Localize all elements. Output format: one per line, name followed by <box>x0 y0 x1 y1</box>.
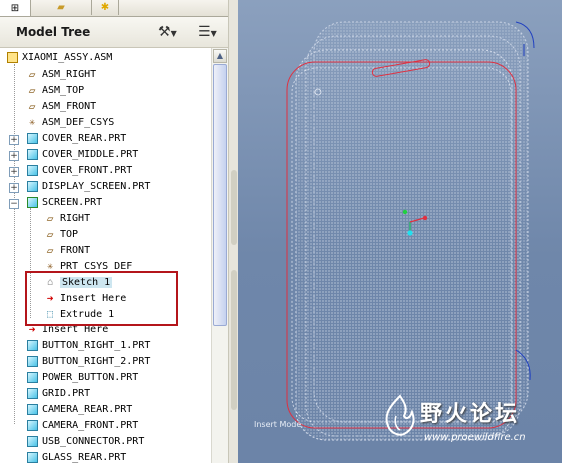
tree-item-asm-right[interactable]: ▱ ASM_RIGHT <box>26 66 97 82</box>
datum-plane-icon: ▱ <box>46 227 54 241</box>
assembly-icon <box>6 51 18 63</box>
flame-logo-icon <box>385 394 415 436</box>
coordinate-system-icon: ✳ <box>28 116 36 128</box>
collapse-toggle[interactable]: − <box>9 199 19 209</box>
chevron-down-icon: ▼ <box>210 29 217 38</box>
hammer-icon: ⚒ <box>158 24 171 40</box>
part-icon <box>26 180 38 192</box>
part-icon <box>26 355 38 367</box>
tree-item-right[interactable]: ▱ RIGHT <box>44 210 90 226</box>
part-icon <box>26 132 38 144</box>
favorites-icon: ✱ <box>100 2 110 13</box>
tree-settings-icon: ☰ <box>198 24 211 40</box>
expand-toggle[interactable]: + <box>9 151 19 161</box>
tree-root[interactable]: XIAOMI_ASSY.ASM <box>6 49 112 65</box>
tree-item-cover-middle[interactable]: COVER_MIDDLE.PRT <box>26 146 138 162</box>
tree-item-camera-front[interactable]: CAMERA_FRONT.PRT <box>26 417 138 433</box>
tree-settings-button[interactable]: ☰▼ <box>198 23 217 41</box>
scroll-thumb[interactable] <box>213 64 227 326</box>
tree-item-camera-rear[interactable]: CAMERA_REAR.PRT <box>26 401 132 417</box>
folder-icon: ▰ <box>57 2 65 13</box>
tree-item-display-screen[interactable]: DISPLAY_SCREEN.PRT <box>26 178 150 194</box>
part-icon <box>26 371 38 383</box>
model-tree-title: Model Tree <box>16 25 91 39</box>
datum-plane-icon: ▱ <box>28 67 36 81</box>
forum-watermark: 野火论坛 www.proewildfire.cn <box>378 390 562 463</box>
expand-toggle[interactable]: + <box>9 183 19 193</box>
watermark-url: www.proewildfire.cn <box>424 432 526 443</box>
tree-item-power-button[interactable]: POWER_BUTTON.PRT <box>26 369 138 385</box>
favorites-tab[interactable]: ✱ <box>92 0 119 15</box>
model-tree-tab[interactable]: ⊞ <box>0 0 31 16</box>
tree-item-button-right-1[interactable]: BUTTON_RIGHT_1.PRT <box>26 337 150 353</box>
datum-plane-icon: ▱ <box>28 99 36 113</box>
tree-root-label: XIAOMI_ASSY.ASM <box>22 51 113 63</box>
part-icon <box>26 451 38 463</box>
insert-mode-indicator: Insert Mode <box>254 420 302 429</box>
tree-item-button-right-2[interactable]: BUTTON_RIGHT_2.PRT <box>26 353 150 369</box>
part-icon <box>26 419 38 431</box>
tree-item-cover-front[interactable]: COVER_FRONT.PRT <box>26 162 132 178</box>
tree-scrollbar[interactable]: ▲ <box>211 48 228 463</box>
part-icon <box>26 148 38 160</box>
splitter-grip <box>231 270 237 410</box>
model-tree-header: Model Tree ⚒▼ ☰▼ <box>0 17 238 48</box>
graphics-viewport[interactable]: Insert Mode 野火论坛 www.proewildfire.cn <box>238 0 562 463</box>
tree-item-asm-top[interactable]: ▱ ASM_TOP <box>26 82 84 98</box>
model-tree-tab-icon: ⊞ <box>10 2 20 14</box>
tree-guide-line <box>14 64 15 424</box>
tree-item-usb-connector[interactable]: USB_CONNECTOR.PRT <box>26 433 144 449</box>
tree-item-front[interactable]: ▱ FRONT <box>44 242 90 258</box>
part-icon <box>26 435 38 447</box>
model-tree-panel: ⊞ ▰ ✱ Model Tree ⚒▼ ☰▼ XIAOMI_ASSY.ASM ▱… <box>0 0 238 463</box>
tree-item-asm-def-csys[interactable]: ✳ ASM_DEF_CSYS <box>26 114 114 130</box>
active-part-icon <box>26 196 38 208</box>
expand-toggle[interactable]: + <box>9 167 19 177</box>
part-icon <box>26 403 38 415</box>
tree-item-asm-front[interactable]: ▱ ASM_FRONT <box>26 98 97 114</box>
tree-item-grid[interactable]: GRID.PRT <box>26 385 90 401</box>
watermark-title: 野火论坛 <box>420 402 521 427</box>
chevron-down-icon: ▼ <box>170 29 177 38</box>
model-tree: XIAOMI_ASSY.ASM ▱ ASM_RIGHT ▱ ASM_TOP ▱ … <box>0 48 210 463</box>
datum-plane-icon: ▱ <box>46 211 54 225</box>
tree-item-glass-rear[interactable]: GLASS_REAR.PRT <box>26 449 126 463</box>
highlight-annotation-box <box>25 271 178 326</box>
splitter-grip <box>231 170 237 245</box>
part-icon <box>26 164 38 176</box>
tools-button[interactable]: ⚒▼ <box>158 23 177 41</box>
scroll-up-button[interactable]: ▲ <box>213 49 227 63</box>
datum-plane-icon: ▱ <box>28 83 36 97</box>
part-icon <box>26 339 38 351</box>
tree-item-cover-rear[interactable]: COVER_REAR.PRT <box>26 130 126 146</box>
expand-toggle[interactable]: + <box>9 135 19 145</box>
folder-browser-tab[interactable]: ▰ <box>31 0 92 15</box>
part-icon <box>26 387 38 399</box>
tree-item-top[interactable]: ▱ TOP <box>44 226 78 242</box>
tree-item-screen[interactable]: SCREEN.PRT <box>26 194 102 210</box>
datum-plane-icon: ▱ <box>46 243 54 257</box>
navigator-tabs: ⊞ ▰ ✱ <box>0 0 238 17</box>
